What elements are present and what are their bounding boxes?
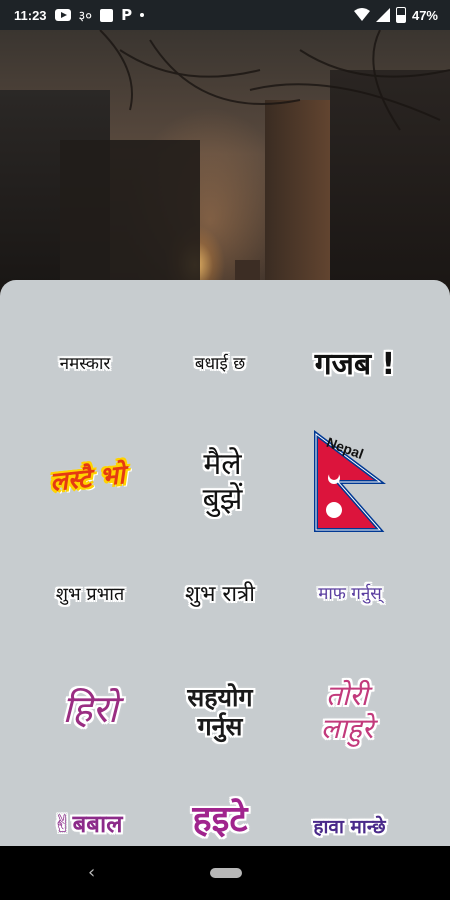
sticker-label: ✌बबाल xyxy=(52,810,123,839)
signal-icon xyxy=(375,8,390,22)
sticker-label: माफ गर्नुस् xyxy=(318,584,382,605)
sticker-hiro[interactable]: हिरो xyxy=(35,675,145,745)
sticker-hawa-manchhe[interactable]: हावा मान्छे xyxy=(292,805,407,846)
sticker-label: लस्टै भो xyxy=(48,460,127,498)
battery-icon xyxy=(395,7,406,23)
sticker-label-line1: सहयोग xyxy=(187,682,253,712)
sticker-label: गजब ! xyxy=(314,346,396,382)
sticker-gajab[interactable]: गजब ! xyxy=(295,335,415,395)
sticker-label-line2: गर्नुस xyxy=(197,711,243,741)
wifi-icon xyxy=(353,8,370,21)
sticker-maile-bujhe[interactable]: मैले बुझें xyxy=(170,425,275,540)
sticker-lastai-bho[interactable]: लस्टै भो xyxy=(27,439,149,521)
sticker-label: हावा मान्छे xyxy=(313,815,386,838)
image-icon xyxy=(100,8,114,22)
sticker-maaf-garnus[interactable]: माफ गर्नुस् xyxy=(290,570,410,620)
youtube-icon xyxy=(54,9,71,21)
sticker-haite[interactable]: हइटे xyxy=(165,790,275,846)
sticker-label: शुभ प्रभात xyxy=(55,583,125,605)
sticker-babal[interactable]: ✌बबाल xyxy=(30,800,145,846)
sticker-label: नमस्कार xyxy=(59,354,111,375)
sticker-label-line2: बुझें xyxy=(202,481,243,517)
sticker-sheet: नमस्कार बधाई छ गजब ! लस्टै भो मैले बुझें xyxy=(0,280,450,846)
sticker-tori-lahure[interactable]: तोरी लाहुरे xyxy=(292,675,402,750)
sticker-label: हइटे xyxy=(192,799,248,841)
sticker-nepal-flag[interactable]: Nepal xyxy=(310,430,390,535)
clock: 11:23 xyxy=(14,7,47,23)
sticker-shubha-prabhat[interactable]: शुभ प्रभात xyxy=(30,570,150,620)
dot-icon xyxy=(140,13,145,17)
back-button[interactable]: ‹ xyxy=(88,862,95,883)
parking-icon: P xyxy=(121,6,133,24)
sticker-label-line1: मैले xyxy=(203,447,242,482)
sticker-label: शुभ रात्री xyxy=(185,582,255,608)
sticker-badhai-chha[interactable]: बधाई छ xyxy=(165,340,275,390)
nepal-flag-icon: Nepal xyxy=(310,430,390,535)
status-right: 47% xyxy=(353,7,438,23)
sticker-sahayog-garnus[interactable]: सहयोग गर्नुस xyxy=(160,670,280,755)
temperature-icon: ३० xyxy=(78,9,93,24)
sticker-label: हिरो xyxy=(62,687,118,732)
sticker-label: बधाई छ xyxy=(194,354,246,375)
sticker-shubha-ratri[interactable]: शुभ रात्री xyxy=(165,570,275,620)
sticker-label-line1: तोरी xyxy=(326,679,368,713)
sticker-label-line2: लाहुरे xyxy=(320,711,374,745)
home-button[interactable] xyxy=(210,868,242,878)
sticker-namaskar[interactable]: नमस्कार xyxy=(30,340,140,390)
status-bar: 11:23 ३० P 47% xyxy=(0,0,450,30)
navigation-bar: ‹ xyxy=(0,846,450,900)
battery-percent: 47% xyxy=(411,7,438,23)
